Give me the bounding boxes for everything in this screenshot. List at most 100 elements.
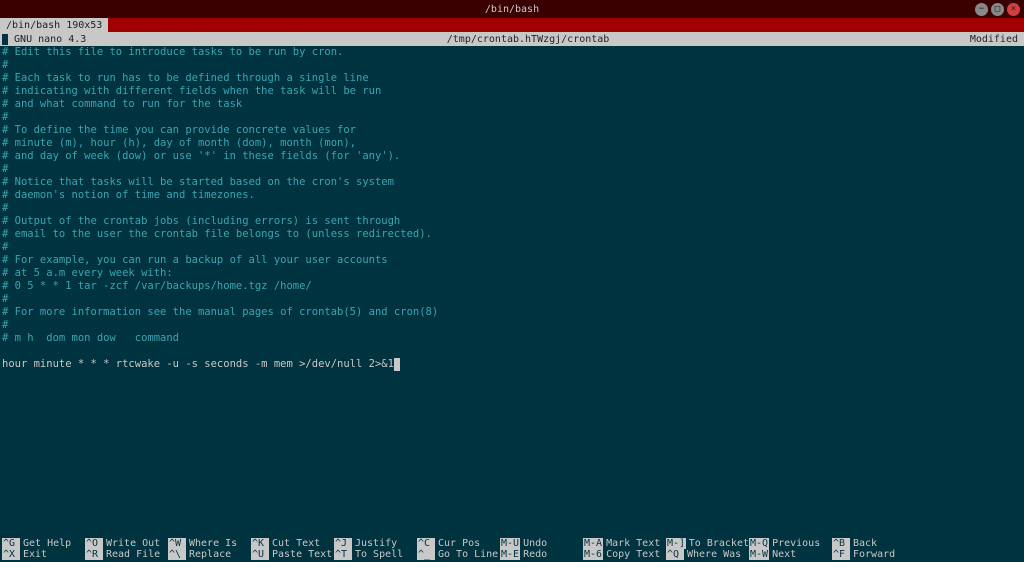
shortcut-item: M-ERedo xyxy=(500,549,583,560)
shortcut-label: Write Out xyxy=(106,538,160,549)
shortcut-key: ^Q xyxy=(666,549,684,560)
terminal-tab[interactable]: /bin/bash 190x53 xyxy=(0,18,108,32)
cursor xyxy=(394,358,400,371)
editor-line: # To define the time you can provide con… xyxy=(2,124,1022,137)
shortcut-label: Forward xyxy=(853,549,895,560)
shortcut-item: ^RRead File xyxy=(85,549,168,560)
shortcut-key: ^C xyxy=(417,538,435,549)
editor-line xyxy=(2,345,1022,358)
shortcut-label: Exit xyxy=(23,549,47,560)
shortcut-item: M-AMark Text xyxy=(583,538,666,549)
shortcut-item: M-UUndo xyxy=(500,538,583,549)
shortcut-label: Mark Text xyxy=(606,538,660,549)
shortcut-item: ^WWhere Is xyxy=(168,538,251,549)
shortcut-label: Previous xyxy=(772,538,820,549)
shortcut-label: Redo xyxy=(523,549,547,560)
editor-line: # xyxy=(2,111,1022,124)
nano-filepath: /tmp/crontab.hTWzgj/crontab xyxy=(86,34,970,45)
maximize-icon[interactable]: □ xyxy=(991,3,1004,16)
shortcut-item: ^XExit xyxy=(2,549,85,560)
shortcut-label: Justify xyxy=(355,538,397,549)
shortcut-key: M-Q xyxy=(749,538,769,549)
tab-strip: /bin/bash 190x53 xyxy=(0,18,1024,32)
shortcut-row-2: ^XExit^RRead File^\Replace^UPaste Text^T… xyxy=(2,549,1022,560)
shortcut-key: ^J xyxy=(334,538,352,549)
shortcut-item: ^KCut Text xyxy=(251,538,334,549)
shortcut-key: M-E xyxy=(500,549,520,560)
editor-area[interactable]: # Edit this file to introduce tasks to b… xyxy=(0,46,1024,371)
tab-label: /bin/bash 190x53 xyxy=(6,20,102,31)
editor-line: # and what command to run for the task xyxy=(2,98,1022,111)
shortcut-item: M-QPrevious xyxy=(749,538,832,549)
shortcut-label: Read File xyxy=(106,549,160,560)
nano-status: Modified xyxy=(970,34,1022,45)
shortcut-key: M-U xyxy=(500,538,520,549)
shortcut-key: ^X xyxy=(2,549,20,560)
editor-line: # m h dom mon dow command xyxy=(2,332,1022,345)
shortcut-key: M-A xyxy=(583,538,603,549)
shortcut-label: Replace xyxy=(189,549,231,560)
shortcut-label: Where Is xyxy=(189,538,237,549)
shortcut-key: ^G xyxy=(2,538,20,549)
shortcut-key: ^W xyxy=(168,538,186,549)
window-buttons: − □ × xyxy=(975,3,1020,16)
shortcut-key: ^O xyxy=(85,538,103,549)
shortcut-key: ^K xyxy=(251,538,269,549)
shortcut-label: Next xyxy=(772,549,796,560)
editor-line: # xyxy=(2,202,1022,215)
editor-line: # email to the user the crontab file bel… xyxy=(2,228,1022,241)
shortcut-item: M-WNext xyxy=(749,549,832,560)
editor-line: # xyxy=(2,319,1022,332)
shortcut-key: ^R xyxy=(85,549,103,560)
shortcut-label: Undo xyxy=(523,538,547,549)
editor-line: # indicating with different fields when … xyxy=(2,85,1022,98)
minimize-icon[interactable]: − xyxy=(975,3,988,16)
editor-line: # at 5 a.m every week with: xyxy=(2,267,1022,280)
shortcut-key: ^F xyxy=(832,549,850,560)
shortcut-key: ^U xyxy=(251,549,269,560)
editor-line: # Edit this file to introduce tasks to b… xyxy=(2,46,1022,59)
shortcut-key: ^\ xyxy=(168,549,186,560)
editor-line: # Output of the crontab jobs (including … xyxy=(2,215,1022,228)
shortcut-item: ^OWrite Out xyxy=(85,538,168,549)
editor-line: # minute (m), hour (h), day of month (do… xyxy=(2,137,1022,150)
shortcut-label: Copy Text xyxy=(606,549,660,560)
shortcut-key: M-W xyxy=(749,549,769,560)
editor-line: # xyxy=(2,163,1022,176)
shortcut-item: ^CCur Pos xyxy=(417,538,500,549)
shortcut-item: ^TTo Spell xyxy=(334,549,417,560)
shortcut-label: Back xyxy=(853,538,877,549)
shortcut-row-1: ^GGet Help^OWrite Out^WWhere Is^KCut Tex… xyxy=(2,538,1022,549)
shortcut-key: M-6 xyxy=(583,549,603,560)
editor-line: # xyxy=(2,241,1022,254)
shortcut-label: Paste Text xyxy=(272,549,332,560)
shortcut-item: ^QWhere Was xyxy=(666,549,749,560)
shortcut-label: Go To Line xyxy=(438,549,498,560)
editor-line: # Each task to run has to be defined thr… xyxy=(2,72,1022,85)
editor-line: # Notice that tasks will be started base… xyxy=(2,176,1022,189)
shortcut-item: ^FForward xyxy=(832,549,915,560)
shortcut-key: ^T xyxy=(334,549,352,560)
shortcut-item: M-]To Bracket xyxy=(666,538,749,549)
shortcut-item: ^_Go To Line xyxy=(417,549,500,560)
editor-line: # For example, you can run a backup of a… xyxy=(2,254,1022,267)
editor-line: # and day of week (dow) or use '*' in th… xyxy=(2,150,1022,163)
editor-line: # daemon's notion of time and timezones. xyxy=(2,189,1022,202)
shortcut-item: ^JJustify xyxy=(334,538,417,549)
window-titlebar: /bin/bash − □ × xyxy=(0,0,1024,18)
editor-line: # For more information see the manual pa… xyxy=(2,306,1022,319)
shortcut-key: M-] xyxy=(666,538,686,549)
shortcut-label: Cut Text xyxy=(272,538,320,549)
shortcut-key: ^B xyxy=(832,538,850,549)
shortcut-item: M-6Copy Text xyxy=(583,549,666,560)
shortcut-label: Get Help xyxy=(23,538,71,549)
window-title: /bin/bash xyxy=(485,4,539,15)
nano-header: GNU nano 4.3 /tmp/crontab.hTWzgj/crontab… xyxy=(0,32,1024,46)
editor-line: # xyxy=(2,293,1022,306)
editor-line: hour minute * * * rtcwake -u -s seconds … xyxy=(2,358,1022,371)
shortcut-bar: ^GGet Help^OWrite Out^WWhere Is^KCut Tex… xyxy=(0,538,1024,562)
nano-version: GNU nano 4.3 xyxy=(2,34,86,45)
shortcut-label: Where Was xyxy=(687,549,741,560)
shortcut-item: ^GGet Help xyxy=(2,538,85,549)
close-icon[interactable]: × xyxy=(1007,3,1020,16)
